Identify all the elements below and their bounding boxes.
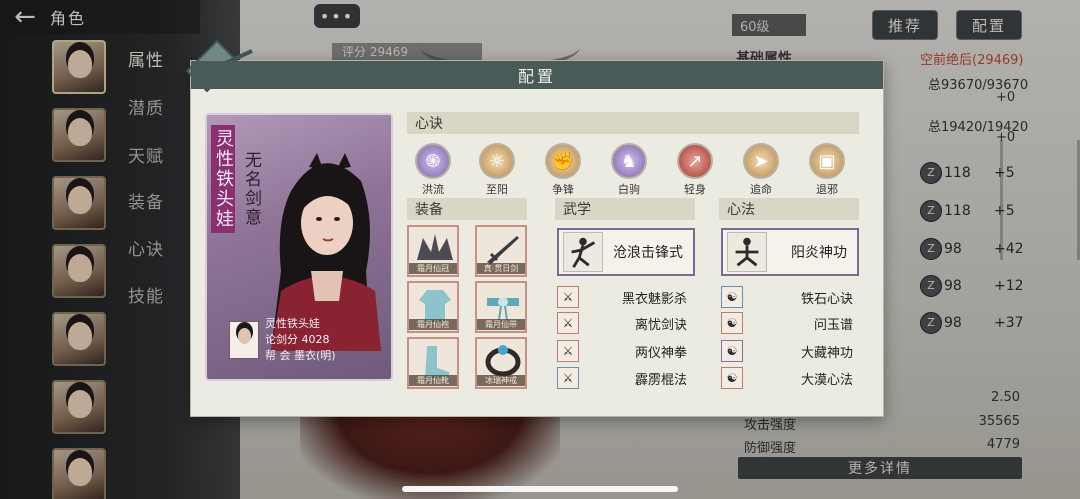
- skill-icon: ☯: [721, 286, 743, 308]
- xinfa-sub-skill[interactable]: ☯ 铁石心诀: [721, 285, 853, 309]
- equipment-slot[interactable]: 真·贯日剑: [475, 225, 527, 277]
- xinjue-label: 至阳: [486, 183, 508, 196]
- equipment-label: 霜月仙冠: [409, 263, 457, 274]
- martial-sub-name: 黑衣魅影杀: [621, 291, 687, 307]
- xinjue-item[interactable]: ➤ 追命: [741, 143, 781, 197]
- martial-sub-name: 两仪神拳: [634, 345, 687, 361]
- score-line: 论剑分 4028: [265, 331, 330, 347]
- character-title-box: 灵性铁头娃: [211, 125, 235, 233]
- character-info: 灵性铁头娃 论剑分 4028 帮 会 墨衣(明): [225, 315, 385, 373]
- equipment-slot[interactable]: 霜月仙靴: [407, 337, 459, 389]
- xinjue-item[interactable]: ✊ 争锋: [543, 143, 583, 197]
- xinjue-label: 争锋: [552, 183, 574, 196]
- skill-icon: ⚔: [557, 340, 579, 362]
- character-card: 灵性铁头娃 无名剑意 灵性铁头娃 论剑分 4028 帮 会 墨衣(明): [205, 113, 393, 381]
- sun-icon: ☼: [479, 143, 515, 179]
- config-modal: 配置 灵性铁头娃 无名剑意 灵性铁头娃 论剑分 4028 帮 会 墨衣(明) 心…: [185, 39, 884, 417]
- modal-title: 配置: [191, 61, 883, 89]
- character-title: 灵性铁头娃: [213, 129, 234, 229]
- martial-sub-skill[interactable]: ⚔ 霹雳棍法: [557, 366, 687, 390]
- xinfa-sub-name: 铁石心诀: [800, 291, 853, 307]
- xinjue-label: 轻身: [684, 183, 706, 196]
- equipment-label: 冰瑞神戒: [477, 375, 525, 386]
- xinjue-item[interactable]: ֍ 洪流: [413, 143, 453, 197]
- equipment-slot[interactable]: 冰瑞神戒: [475, 337, 527, 389]
- martial-sub-skill[interactable]: ⚔ 离忧剑诀: [557, 311, 687, 335]
- equipment-label: 霜月仙带: [477, 319, 525, 330]
- swirl-icon: ֍: [415, 143, 451, 179]
- equipment-section-header: 装备: [407, 198, 527, 220]
- xinjue-label: 洪流: [422, 183, 444, 196]
- meditating-figure-icon: [727, 232, 767, 272]
- xinjue-section-header: 心诀: [407, 112, 859, 134]
- skill-icon: ⚔: [557, 286, 579, 308]
- xinjue-item[interactable]: ↗ 轻身: [675, 143, 715, 197]
- skill-icon: ☯: [721, 340, 743, 362]
- character-subtitle: 无名剑意: [241, 151, 261, 227]
- martial-sub-skill[interactable]: ⚔ 黑衣魅影杀: [557, 285, 687, 309]
- xinjue-item[interactable]: ♞ 白驹: [609, 143, 649, 197]
- equipment-slot[interactable]: 霜月仙冠: [407, 225, 459, 277]
- martial-sub-name: 霹雳棍法: [634, 372, 687, 388]
- main-xinfa-skill[interactable]: 阳炎神功: [721, 228, 859, 276]
- swordsman-icon: [563, 232, 603, 272]
- xinjue-label: 退邪: [816, 183, 838, 196]
- equipment-slot[interactable]: 霜月仙带: [475, 281, 527, 333]
- home-indicator[interactable]: [402, 486, 678, 492]
- xinfa-sub-name: 大漠心法: [800, 372, 853, 388]
- dash-icon: ➤: [743, 143, 779, 179]
- feather-icon: ↗: [677, 143, 713, 179]
- main-martial-skill[interactable]: 沧浪击锋式: [557, 228, 695, 276]
- guild-line: 帮 会 墨衣(明): [265, 347, 336, 363]
- xinfa-sub-name: 问玉谱: [813, 317, 853, 333]
- martial-sub-name: 离忧剑诀: [634, 317, 687, 333]
- avatar: [229, 321, 259, 359]
- skill-icon: ☯: [721, 367, 743, 389]
- xinfa-section-header: 心法: [719, 198, 859, 220]
- skill-icon: ☯: [721, 312, 743, 334]
- shield-icon: ▣: [809, 143, 845, 179]
- xinfa-sub-skill[interactable]: ☯ 问玉谱: [721, 311, 853, 335]
- main-xinfa-name: 阳炎神功: [791, 245, 847, 261]
- xinfa-sub-name: 大藏神功: [800, 345, 853, 361]
- xinfa-sub-skill[interactable]: ☯ 大漠心法: [721, 366, 853, 390]
- skill-icon: ⚔: [557, 367, 579, 389]
- score-label: 论剑分: [265, 333, 298, 346]
- fist-icon: ✊: [545, 143, 581, 179]
- xinjue-label: 白驹: [618, 183, 640, 196]
- equipment-label: 真·贯日剑: [477, 263, 525, 274]
- guild-value: 墨衣(明): [294, 349, 336, 362]
- martial-section-header: 武学: [555, 198, 695, 220]
- xinfa-sub-skill[interactable]: ☯ 大藏神功: [721, 339, 853, 363]
- equipment-label: 霜月仙袍: [409, 319, 457, 330]
- score-value: 4028: [301, 333, 330, 346]
- guild-label: 帮 会: [265, 349, 291, 362]
- xinjue-label: 追命: [750, 183, 772, 196]
- martial-sub-skill[interactable]: ⚔ 两仪神拳: [557, 339, 687, 363]
- xinjue-item[interactable]: ☼ 至阳: [477, 143, 517, 197]
- skill-icon: ⚔: [557, 312, 579, 334]
- equipment-label: 霜月仙靴: [409, 375, 457, 386]
- horse-icon: ♞: [611, 143, 647, 179]
- xinjue-item[interactable]: ▣ 退邪: [807, 143, 847, 197]
- character-name: 灵性铁头娃: [265, 317, 320, 330]
- equipment-slot[interactable]: 霜月仙袍: [407, 281, 459, 333]
- main-martial-name: 沧浪击锋式: [613, 245, 683, 261]
